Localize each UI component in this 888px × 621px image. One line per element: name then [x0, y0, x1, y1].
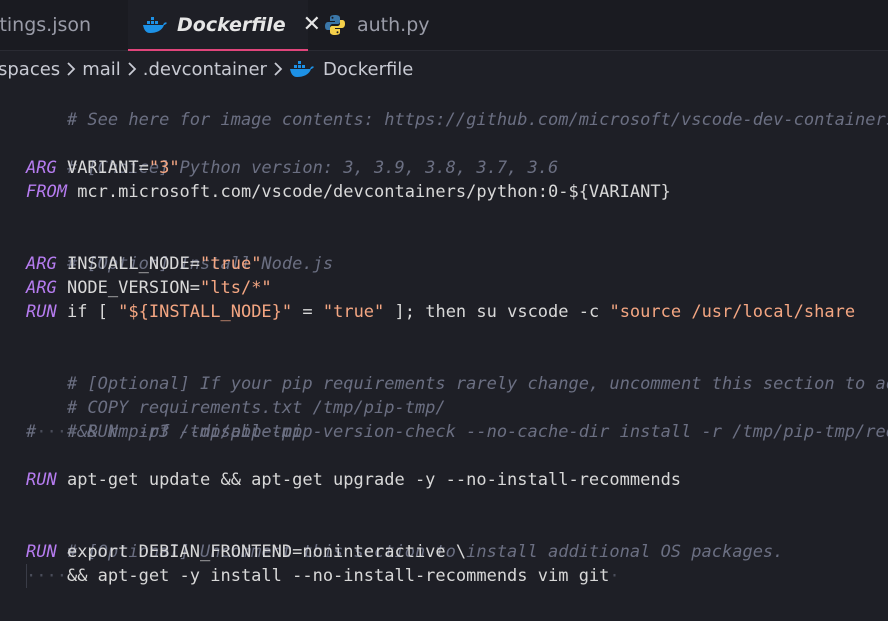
tab-label: ttings.json — [0, 14, 92, 36]
breadcrumb-item-dockerfile[interactable]: Dockerfile — [323, 59, 413, 80]
code-line-3: # [Choice] Python version: 3, 3.9, 3.8, … — [26, 132, 558, 178]
code-line-5: FROM mcr.microsoft.com/vscode/devcontain… — [26, 180, 671, 204]
tab-dockerfile[interactable]: Dockerfile ✕ — [128, 0, 321, 51]
code-line-20: RUN export DEBIAN_FRONTEND=noninteractiv… — [26, 540, 466, 564]
docker-icon — [289, 60, 315, 78]
whitespace-marker: · — [609, 566, 620, 586]
code-text: export DEBIAN_FRONTEND=noninteractive \ — [56, 542, 467, 562]
keyword: ARG — [26, 158, 57, 178]
string: "${INSTALL_NODE}" — [118, 302, 293, 322]
code-text: = — [292, 302, 323, 322]
code-line-19: # [Optional] Uncomment this section to i… — [26, 516, 783, 562]
keyword: RUN — [26, 470, 57, 490]
tab-label: Dockerfile — [177, 14, 286, 36]
code-line-8: ARG INSTALL_NODE="true" — [26, 252, 261, 276]
code-text: && apt-get -y install --no-install-recom… — [66, 566, 610, 586]
breadcrumb: spaces mail .devcontainer Dockerfile — [0, 52, 888, 86]
keyword: ARG — [26, 254, 57, 274]
code-editor[interactable]: # See here for image contents: https://g… — [0, 84, 888, 621]
docker-icon — [142, 15, 168, 35]
breadcrumb-item-mail[interactable]: mail — [82, 59, 121, 80]
chevron-right-icon — [127, 61, 137, 77]
whitespace-marker: ···· — [26, 566, 67, 586]
code-text: INSTALL_NODE= — [56, 254, 201, 274]
string: "true" — [200, 254, 262, 274]
code-text: ]; then su vscode -c — [384, 302, 610, 322]
breadcrumb-item-devcontainer[interactable]: .devcontainer — [143, 59, 267, 80]
string: "lts/*" — [200, 278, 272, 298]
tab-settings-json[interactable]: ttings.json — [0, 0, 109, 50]
code-line-17: RUN apt-get update && apt-get upgrade -y… — [26, 468, 681, 492]
code-line-10: RUN if [ "${INSTALL_NODE}" = "true" ]; t… — [26, 300, 855, 324]
code-text: apt-get update && apt-get upgrade -y --n… — [56, 470, 682, 490]
whitespace-marker: ···· — [36, 422, 78, 442]
code-line-1: # See here for image contents: https://g… — [26, 84, 888, 130]
code-line-15: #····&& rm -rf /tmp/pip-tmp — [26, 420, 302, 444]
comment: && rm -rf /tmp/pip-tmp — [77, 422, 303, 442]
keyword: ARG — [26, 278, 57, 298]
string: "3" — [148, 158, 180, 178]
editor-tab-bar: ttings.json Dockerfile ✕ auth.py — [0, 0, 888, 51]
string: "true" — [322, 302, 385, 322]
code-line-13: # COPY requirements.txt /tmp/pip-tmp/ — [26, 372, 446, 418]
chevron-right-icon — [66, 61, 76, 77]
comment: # — [26, 422, 37, 442]
python-icon — [322, 15, 348, 35]
code-line-7: # [Option] Install Node.js — [26, 228, 333, 274]
keyword: RUN — [26, 542, 57, 562]
code-line-14: # RUN pip3 --disable-pip-version-check -… — [26, 396, 888, 442]
code-text: NODE_VERSION= — [56, 278, 201, 298]
keyword: FROM — [26, 182, 67, 202]
code-line-12: # [Optional] If your pip requirements ra… — [26, 348, 888, 394]
chevron-right-icon — [273, 61, 283, 77]
comment: # See here for image contents: https://g… — [66, 110, 888, 130]
code-text: mcr.microsoft.com/vscode/devcontainers/p… — [66, 182, 671, 202]
string: "source /usr/local/share — [609, 302, 856, 322]
tab-auth-py[interactable]: auth.py — [322, 0, 430, 50]
code-text: VARIANT= — [56, 158, 149, 178]
tab-label: auth.py — [357, 14, 430, 36]
close-icon[interactable]: ✕ — [303, 14, 321, 36]
code-line-9: ARG NODE_VERSION="lts/*" — [26, 276, 272, 300]
code-line-21: ····&& apt-get -y install --no-install-r… — [26, 564, 620, 588]
code-text: if [ — [56, 302, 119, 322]
keyword: RUN — [26, 302, 57, 322]
breadcrumb-item-spaces[interactable]: spaces — [0, 59, 60, 80]
code-line-4: ARG VARIANT="3" — [26, 156, 180, 180]
